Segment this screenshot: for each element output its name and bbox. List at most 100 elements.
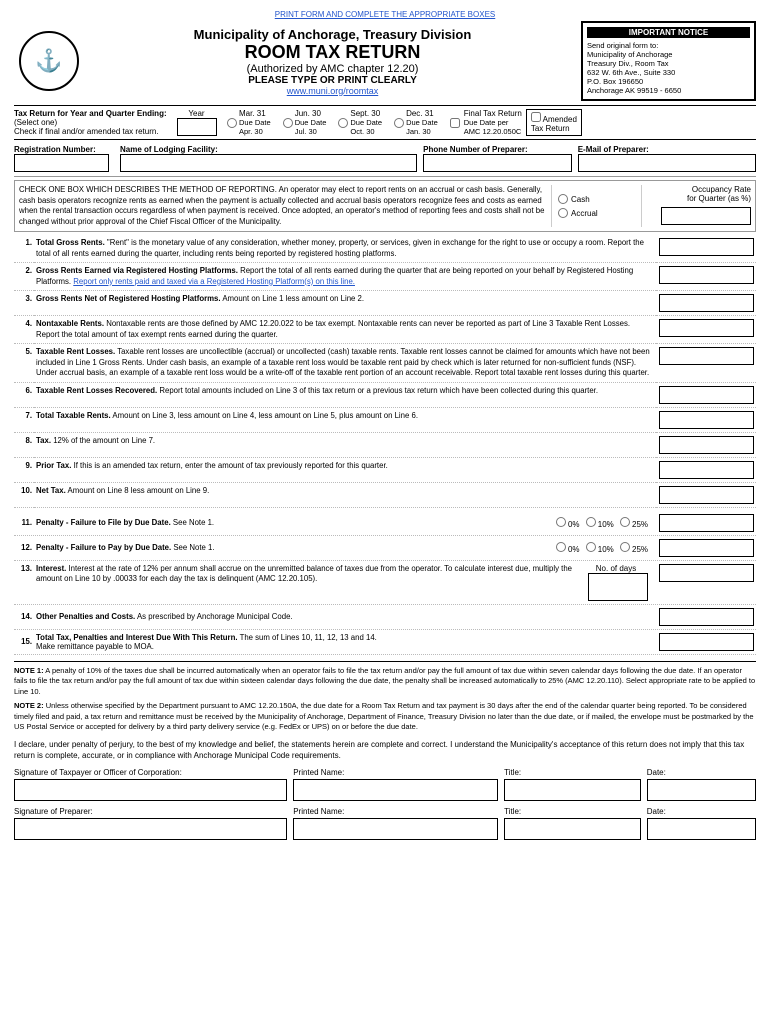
sig1-signature-input[interactable]: [14, 779, 287, 801]
line-4-title: Nontaxable Rents.: [36, 319, 104, 328]
phone-input[interactable]: [423, 154, 572, 172]
penalty-12-input[interactable]: [659, 539, 754, 557]
lodging-input[interactable]: [120, 154, 417, 172]
check-if-label: Check if final and/or amended tax return…: [14, 127, 174, 136]
note2-text: Unless otherwise specified by the Depart…: [14, 701, 754, 731]
email-input[interactable]: [578, 154, 756, 172]
line-6-input[interactable]: [659, 386, 754, 404]
lodging-label: Name of Lodging Facility:: [120, 145, 417, 154]
sig1-printed-input[interactable]: [293, 779, 498, 801]
sig2-signature-field: Signature of Preparer:: [14, 807, 287, 840]
header-section: ⚓ Municipality of Anchorage, Treasury Di…: [14, 21, 756, 101]
line-7-input-cell: [656, 407, 756, 432]
sig1-signature-field: Signature of Taxpayer or Officer of Corp…: [14, 768, 287, 801]
amended-checkbox[interactable]: [531, 112, 541, 122]
line-5-input[interactable]: [659, 347, 754, 365]
interest-num: 13.: [16, 564, 36, 573]
penalty-11-25-radio[interactable]: [620, 517, 630, 527]
penalty-12-25-radio[interactable]: [620, 542, 630, 552]
penalty-12-num: 12.: [16, 543, 36, 552]
sig2-signature-input[interactable]: [14, 818, 287, 840]
sig2-title-input[interactable]: [504, 818, 641, 840]
method-text-content: CHECK ONE BOX WHICH DESCRIBES THE METHOD…: [19, 185, 544, 226]
penalty-11-0-radio[interactable]: [556, 517, 566, 527]
penalty-12-10-radio[interactable]: [586, 542, 596, 552]
line-10-num: 10.: [14, 482, 34, 507]
quarter-jun-radio[interactable]: [283, 118, 293, 128]
email-field: E-Mail of Preparer:: [578, 145, 756, 172]
phone-field: Phone Number of Preparer:: [423, 145, 572, 172]
quarter-sep-label: Sept. 30Due DateOct. 30: [350, 109, 382, 136]
interest-input[interactable]: [659, 564, 754, 582]
interest-title: Interest.: [36, 564, 66, 573]
declaration-text: I declare, under penalty of perjury, to …: [14, 739, 756, 762]
sig2-printed-field: Printed Name:: [293, 807, 498, 840]
line-3-row: 3. Gross Rents Net of Registered Hosting…: [14, 291, 756, 316]
line-7-input[interactable]: [659, 411, 754, 429]
cash-label: Cash: [571, 195, 590, 204]
no-of-days-input[interactable]: [588, 573, 648, 601]
sig1-date-label: Date:: [647, 768, 756, 777]
line-10-input[interactable]: [659, 486, 754, 504]
interest-desc: Interest. Interest at the rate of 12% pe…: [36, 564, 578, 585]
line-1-input[interactable]: [659, 238, 754, 256]
year-column: Year: [174, 109, 219, 136]
sig2-date-input[interactable]: [647, 818, 756, 840]
line-15-input[interactable]: [659, 633, 754, 651]
no-of-days-section: No. of days: [584, 564, 648, 601]
line-3-title: Gross Rents Net of Registered Hosting Pl…: [36, 294, 221, 303]
note1-text: A penalty of 10% of the taxes due shall …: [14, 666, 755, 696]
sig1-title-input[interactable]: [504, 779, 641, 801]
line-2-input[interactable]: [659, 266, 754, 284]
penalty-12-text: See Note 1.: [173, 543, 214, 552]
line-1-desc: Total Gross Rents. "Rent" is the monetar…: [34, 235, 656, 263]
line-14-input[interactable]: [659, 608, 754, 626]
subtitle: (Authorized by AMC chapter 12.20): [84, 63, 581, 75]
line-2-blue: Report only rents paid and taxed via a R…: [73, 277, 355, 286]
print-link[interactable]: PRINT FORM AND COMPLETE THE APPROPRIATE …: [14, 10, 756, 19]
line-4-input[interactable]: [659, 319, 754, 337]
penalty-11-25-label: 25%: [620, 517, 648, 529]
line-6-row: 6. Taxable Rent Losses Recovered. Report…: [14, 382, 756, 407]
line-4-num: 4.: [14, 316, 34, 344]
line-1-title: Total Gross Rents.: [36, 238, 105, 247]
sig2-printed-input[interactable]: [293, 818, 498, 840]
sig2-date-label: Date:: [647, 807, 756, 816]
line-14-text: As prescribed by Anchorage Municipal Cod…: [137, 612, 293, 621]
occupancy-input[interactable]: [661, 207, 751, 225]
line-1-row: 1. Total Gross Rents. "Rent" is the mone…: [14, 235, 756, 263]
line-3-desc: Gross Rents Net of Registered Hosting Pl…: [34, 291, 656, 316]
penalty-12-row: 12. Penalty - Failure to Pay by Due Date…: [14, 536, 756, 561]
reg-number-input[interactable]: [14, 154, 109, 172]
line-1-num: 1.: [14, 235, 34, 263]
line-2-num: 2.: [14, 263, 34, 291]
penalty-12-0-radio[interactable]: [556, 542, 566, 552]
note1-paragraph: NOTE 1: A penalty of 10% of the taxes du…: [14, 666, 756, 698]
penalty-11-10-radio[interactable]: [586, 517, 596, 527]
interest-text: Interest at the rate of 12% per annum sh…: [36, 564, 572, 584]
penalty-11-desc: Penalty - Failure to File by Due Date. S…: [36, 518, 556, 527]
cash-radio[interactable]: [558, 194, 568, 204]
penalty-11-input[interactable]: [659, 514, 754, 532]
accrual-radio[interactable]: [558, 208, 568, 218]
line-2-row: 2. Gross Rents Earned via Registered Hos…: [14, 263, 756, 291]
website-url[interactable]: www.muni.org/roomtax: [84, 86, 581, 96]
accrual-option: Accrual: [558, 208, 598, 218]
line-15-row: 15. Total Tax, Penalties and Interest Du…: [14, 630, 756, 655]
line-8-input[interactable]: [659, 436, 754, 454]
line-14-input-cell: [654, 608, 754, 626]
quarter-dec-radio[interactable]: [394, 118, 404, 128]
line-3-input[interactable]: [659, 294, 754, 312]
sig1-date-input[interactable]: [647, 779, 756, 801]
final-tax-checkbox[interactable]: [450, 118, 460, 128]
penalty-12-options: 0% 10% 25%: [556, 542, 648, 554]
year-input[interactable]: [177, 118, 217, 136]
line-9-input[interactable]: [659, 461, 754, 479]
line-14-title: Other Penalties and Costs.: [36, 612, 135, 621]
quarter-mar-radio[interactable]: [227, 118, 237, 128]
line-6-num: 6.: [14, 382, 34, 407]
logo-area: ⚓: [14, 31, 84, 91]
method-section: CHECK ONE BOX WHICH DESCRIBES THE METHOD…: [14, 180, 756, 232]
yq-label: Tax Return for Year and Quarter Ending:: [14, 109, 174, 118]
quarter-sep-radio[interactable]: [338, 118, 348, 128]
